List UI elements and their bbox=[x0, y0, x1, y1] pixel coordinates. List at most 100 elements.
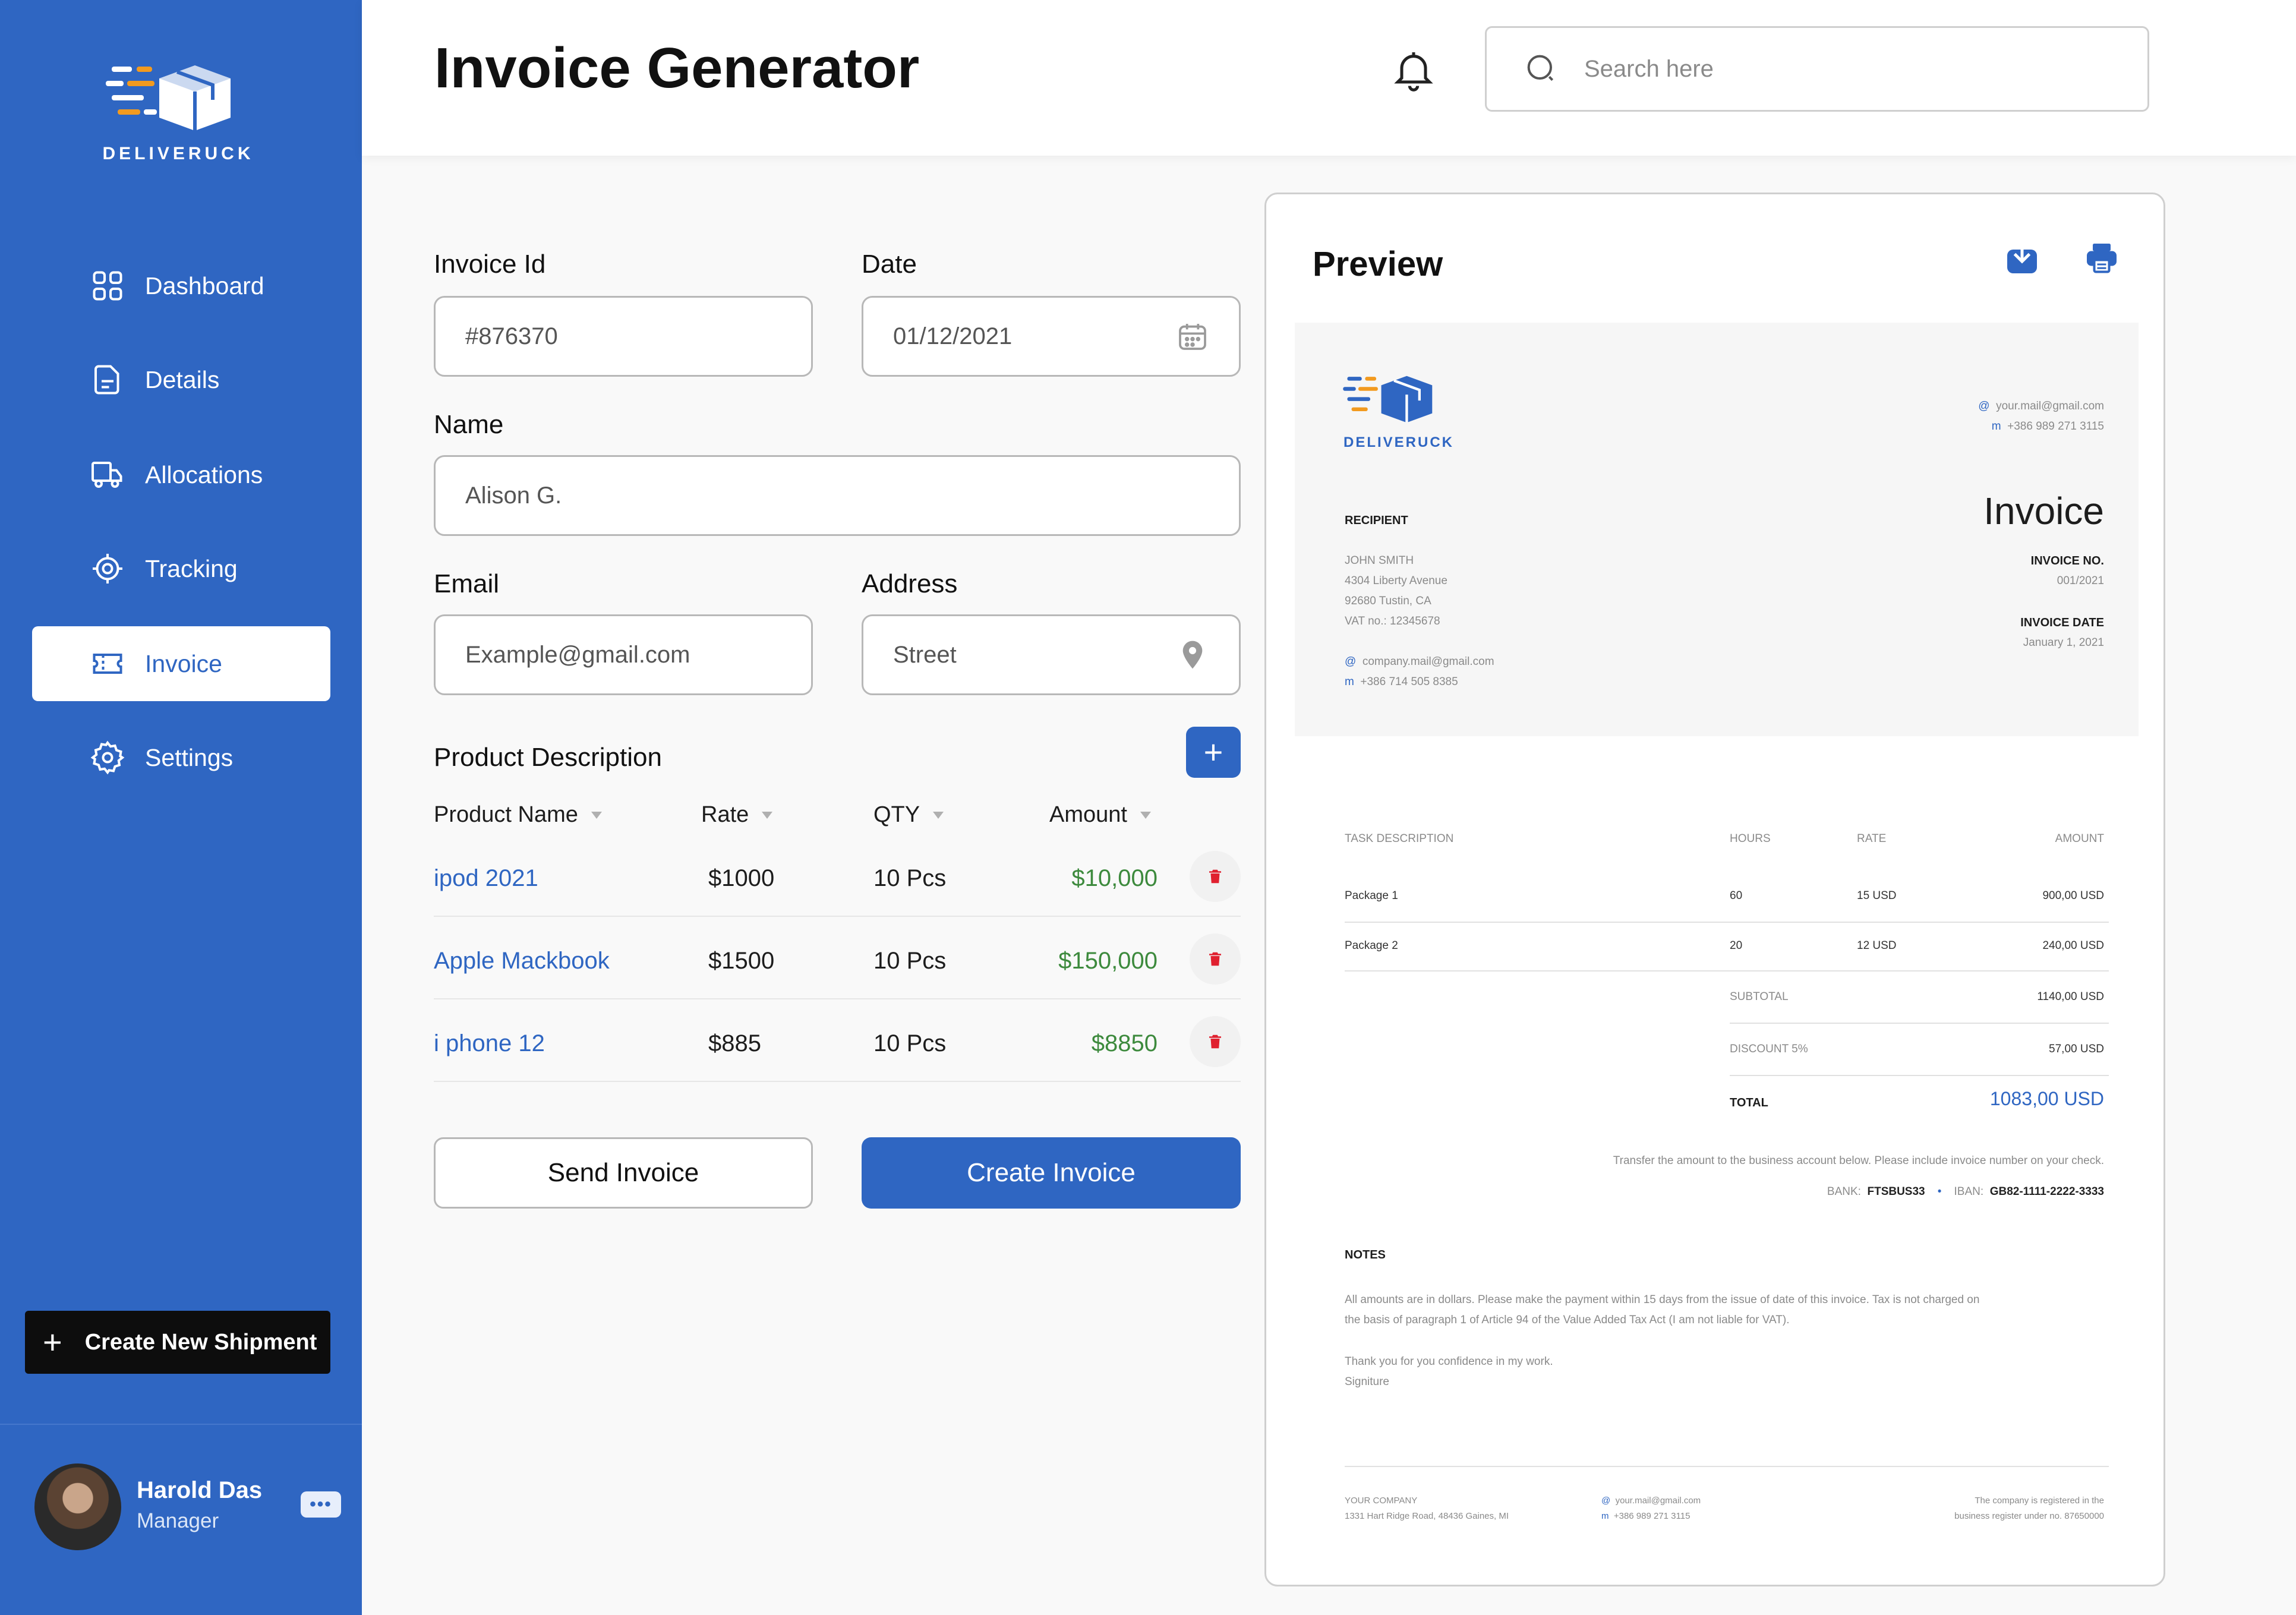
sidebar-item-invoice[interactable]: Invoice bbox=[32, 626, 330, 701]
at-icon: @ bbox=[1601, 1496, 1611, 1506]
truck-icon bbox=[89, 456, 126, 493]
doc-divider bbox=[1730, 1023, 2109, 1024]
search-input[interactable] bbox=[1584, 55, 2060, 83]
user-name: Harold Das bbox=[137, 1477, 263, 1503]
col-amount[interactable]: Amount bbox=[1049, 802, 1151, 828]
email-label: Email bbox=[434, 569, 500, 598]
recipient-street: 4304 Liberty Avenue bbox=[1345, 575, 1447, 587]
sidebar-item-label: Settings bbox=[145, 743, 234, 771]
sidebar-item-details[interactable]: Details bbox=[32, 342, 330, 417]
footer-phone: m +386 989 271 3115 bbox=[1601, 1511, 1690, 1521]
iban-value: GB82-1111-2222-3333 bbox=[1989, 1185, 2104, 1198]
phone-m-icon: m bbox=[1991, 420, 2001, 433]
product-rate: $1000 bbox=[708, 865, 775, 891]
invoice-id-field[interactable]: #876370 bbox=[434, 296, 813, 377]
sidebar-item-dashboard[interactable]: Dashboard bbox=[32, 248, 330, 323]
discount-label: DISCOUNT 5% bbox=[1730, 1043, 1808, 1055]
recipient-label: RECIPIENT bbox=[1345, 514, 1408, 527]
sidebar-item-tracking[interactable]: Tracking bbox=[32, 531, 330, 606]
notes-line-1: All amounts are in dollars. Please make … bbox=[1345, 1294, 1980, 1306]
footer-email-text: your.mail@gmail.com bbox=[1615, 1496, 1701, 1506]
doc-contact-phone-text: +386 989 271 3115 bbox=[2007, 420, 2104, 433]
dashboard-icon bbox=[89, 267, 126, 304]
create-new-shipment-button[interactable]: + Create New Shipment bbox=[25, 1311, 330, 1374]
col-qty[interactable]: QTY bbox=[873, 802, 944, 828]
invoice-id-value: #876370 bbox=[465, 323, 558, 349]
doc-row-rate: 12 USD bbox=[1857, 939, 1897, 952]
recipient-phone: m +386 714 505 8385 bbox=[1345, 676, 1458, 689]
recipient-email-text: company.mail@gmail.com bbox=[1362, 655, 1494, 668]
phone-m-icon: m bbox=[1601, 1511, 1609, 1521]
recipient-email: @ company.mail@gmail.com bbox=[1345, 655, 1494, 668]
search-icon bbox=[1527, 55, 1554, 81]
notes-label: NOTES bbox=[1345, 1248, 1386, 1261]
page-title: Invoice Generator bbox=[434, 36, 920, 100]
user-role: Manager bbox=[137, 1509, 219, 1532]
doc-row-hours: 20 bbox=[1730, 939, 1743, 952]
product-description-title: Product Description bbox=[434, 743, 662, 772]
doc-divider bbox=[1730, 1075, 2109, 1076]
print-icon[interactable] bbox=[2084, 241, 2120, 276]
sidebar-item-label: Invoice bbox=[145, 649, 222, 677]
doc-row-task: Package 2 bbox=[1345, 939, 1398, 952]
product-amount: $10,000 bbox=[1071, 865, 1158, 891]
footer-email: @ your.mail@gmail.com bbox=[1601, 1496, 1701, 1506]
add-product-button[interactable]: + bbox=[1186, 727, 1241, 778]
name-field[interactable]: Alison G. bbox=[434, 455, 1241, 536]
bell-icon[interactable] bbox=[1390, 45, 1437, 95]
notes-line-2: the basis of paragraph 1 of Article 94 o… bbox=[1345, 1314, 1790, 1326]
doc-contact-email: @ your.mail@gmail.com bbox=[1978, 400, 2104, 413]
plus-icon: + bbox=[43, 1323, 62, 1361]
avatar[interactable] bbox=[34, 1463, 121, 1550]
sidebar-item-label: Tracking bbox=[145, 554, 238, 582]
product-name-link[interactable]: i phone 12 bbox=[434, 1030, 545, 1057]
phone-m-icon: m bbox=[1345, 676, 1354, 688]
delete-product-button[interactable] bbox=[1190, 851, 1241, 902]
doc-contact-email-text: your.mail@gmail.com bbox=[1996, 400, 2104, 412]
logo-text: DELIVERUCK bbox=[102, 144, 254, 163]
sidebar-divider bbox=[0, 1424, 362, 1425]
sidebar-item-label: Allocations bbox=[145, 460, 263, 488]
user-menu-button[interactable]: ••• bbox=[301, 1491, 341, 1518]
doc-row-rate: 15 USD bbox=[1857, 889, 1897, 902]
address-field[interactable]: Street bbox=[862, 614, 1241, 695]
product-rate: $1500 bbox=[708, 948, 775, 974]
delete-product-button[interactable] bbox=[1190, 1016, 1241, 1067]
tracking-icon bbox=[89, 550, 126, 587]
search-box[interactable] bbox=[1485, 26, 2149, 112]
product-name-link[interactable]: ipod 2021 bbox=[434, 865, 538, 892]
product-name-link[interactable]: Apple Mackbook bbox=[434, 948, 610, 974]
address-label: Address bbox=[862, 569, 958, 598]
total-label: TOTAL bbox=[1730, 1096, 1768, 1109]
table-row: Apple Mackbook $1500 10 Pcs $150,000 bbox=[434, 917, 1241, 999]
doc-row-amount: 240,00 USD bbox=[2042, 939, 2104, 952]
transfer-note: Transfer the amount to the business acco… bbox=[1613, 1155, 2104, 1167]
email-field[interactable]: Example@gmail.com bbox=[434, 614, 813, 695]
date-field[interactable]: 01/12/2021 bbox=[862, 296, 1241, 377]
col-product-name[interactable]: Product Name bbox=[434, 802, 602, 828]
doc-footer-divider bbox=[1345, 1466, 2109, 1467]
subtotal-value: 1140,00 USD bbox=[2037, 991, 2104, 1003]
sidebar-item-settings[interactable]: Settings bbox=[32, 720, 330, 795]
invoice-date-label: INVOICE DATE bbox=[2020, 616, 2104, 629]
calendar-icon[interactable] bbox=[1176, 320, 1209, 353]
delete-product-button[interactable] bbox=[1190, 933, 1241, 985]
send-invoice-button[interactable]: Send Invoice bbox=[434, 1137, 813, 1209]
product-qty: 10 Pcs bbox=[873, 865, 947, 891]
at-icon: @ bbox=[1978, 400, 1990, 412]
signature-text: Signiture bbox=[1345, 1376, 1389, 1388]
invoice-no-label: INVOICE NO. bbox=[2030, 554, 2104, 567]
download-icon[interactable] bbox=[2004, 241, 2040, 276]
th-amount: AMOUNT bbox=[2055, 832, 2104, 845]
email-value: Example@gmail.com bbox=[465, 641, 690, 668]
invoice-heading: Invoice bbox=[1983, 490, 2104, 532]
bank-details: BANK: FTSBUS33 • IBAN: GB82-1111-2222-33… bbox=[1827, 1185, 2104, 1198]
deliveruck-logo bbox=[1343, 376, 1433, 423]
col-product-name-label: Product Name bbox=[434, 802, 578, 827]
sidebar-item-allocations[interactable]: Allocations bbox=[32, 437, 330, 512]
create-invoice-button[interactable]: Create Invoice bbox=[862, 1137, 1241, 1209]
bank-value: FTSBUS33 bbox=[1867, 1185, 1925, 1198]
trash-icon bbox=[1209, 952, 1221, 966]
col-rate[interactable]: Rate bbox=[701, 802, 773, 828]
doc-row-hours: 60 bbox=[1730, 889, 1743, 902]
